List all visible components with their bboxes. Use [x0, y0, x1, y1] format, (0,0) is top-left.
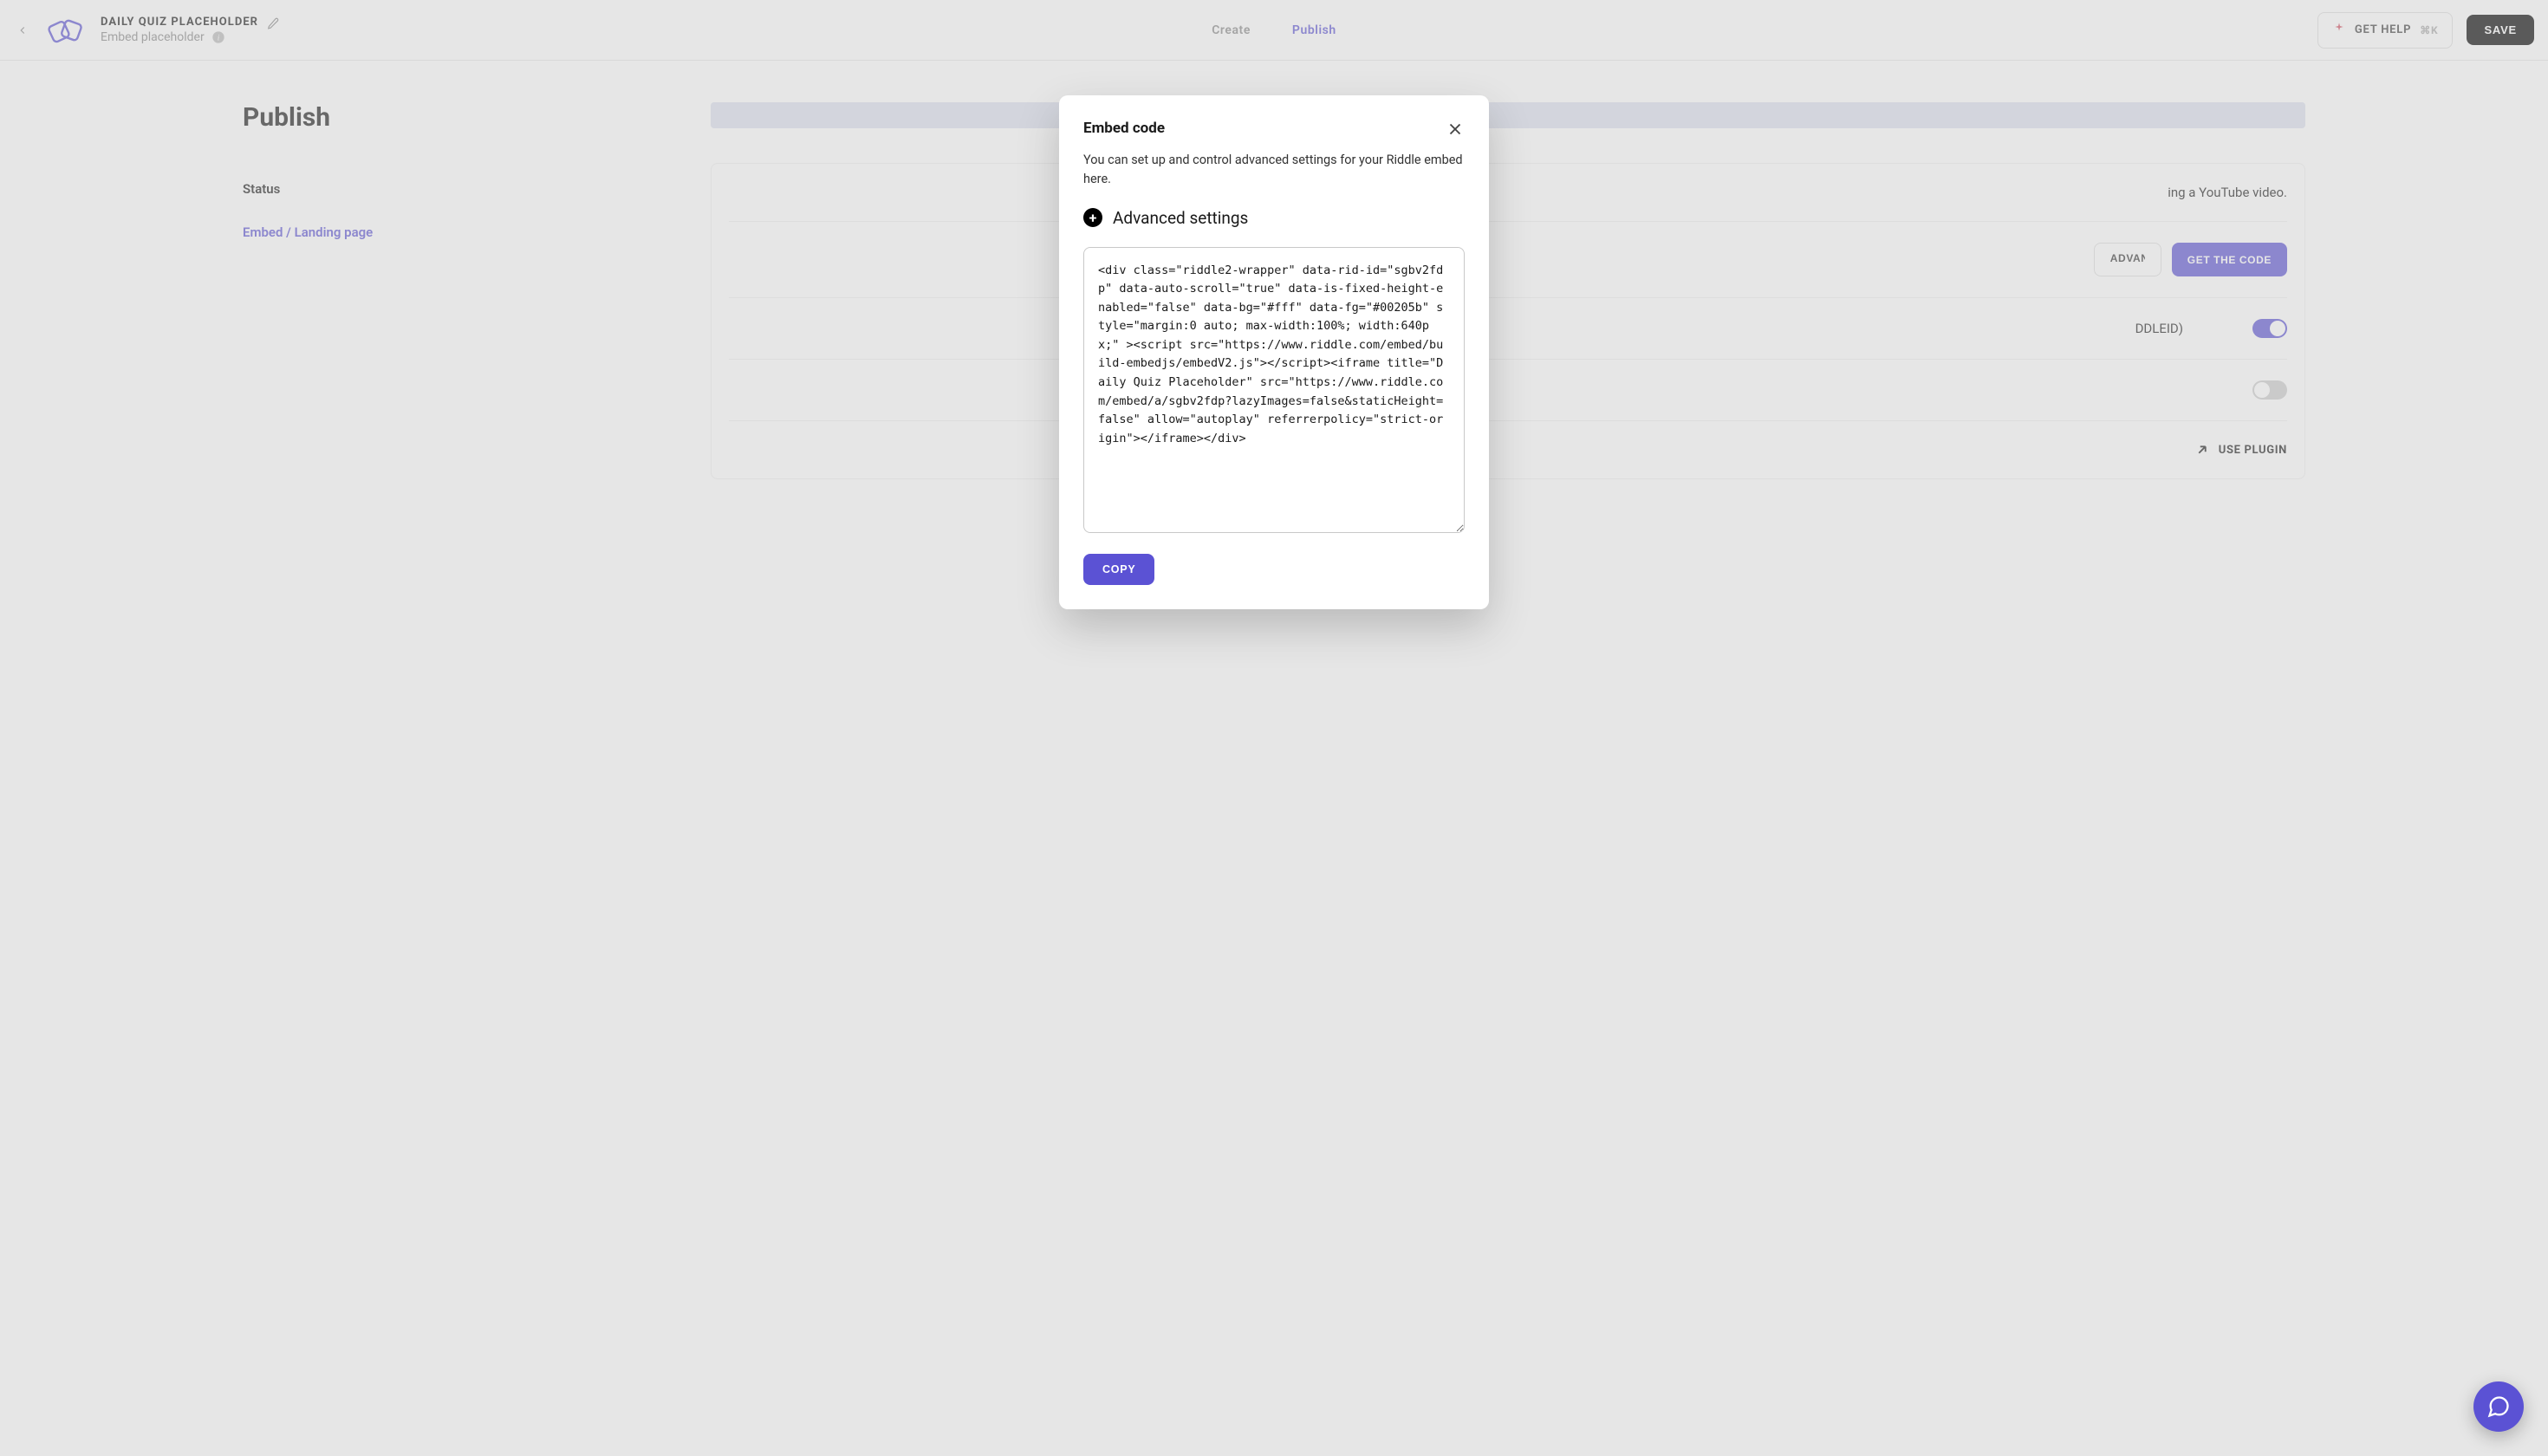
- modal-description: You can set up and control advanced sett…: [1083, 151, 1465, 189]
- copy-button[interactable]: COPY: [1083, 554, 1154, 585]
- modal-title: Embed code: [1083, 120, 1165, 137]
- advanced-settings-label: Advanced settings: [1113, 208, 1248, 228]
- chat-icon: [2486, 1394, 2511, 1419]
- advanced-settings-row[interactable]: + Advanced settings: [1083, 208, 1465, 228]
- close-icon[interactable]: [1446, 120, 1465, 139]
- embed-code-textarea[interactable]: [1083, 247, 1465, 533]
- plus-icon: +: [1083, 208, 1102, 227]
- embed-code-modal: Embed code You can set up and control ad…: [1059, 95, 1489, 609]
- chat-fab[interactable]: [2473, 1381, 2524, 1432]
- modal-header: Embed code: [1083, 120, 1465, 139]
